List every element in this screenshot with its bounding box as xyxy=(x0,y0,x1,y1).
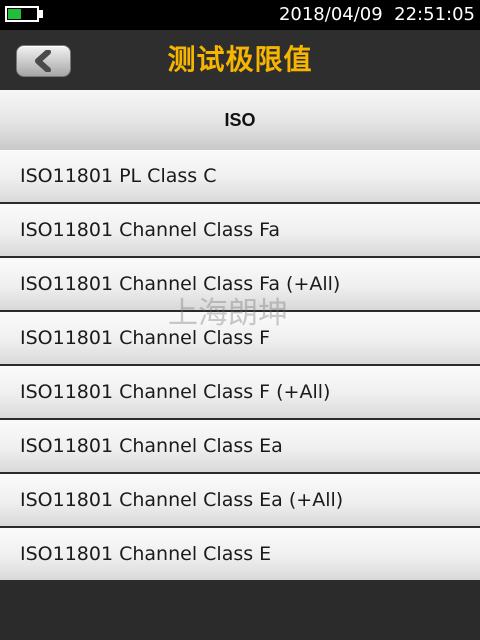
list-item[interactable]: ISO11801 Channel Class Fa xyxy=(0,204,480,256)
list-item[interactable]: ISO11801 Channel Class F xyxy=(0,312,480,364)
datetime: 2018/04/09 22:51:05 xyxy=(279,3,475,27)
list-item[interactable]: ISO11801 Channel Class Fa (+All) xyxy=(0,258,480,310)
status-date: 2018/04/09 xyxy=(278,4,383,25)
list-item[interactable]: ISO11801 PL Class C xyxy=(0,150,480,202)
category-header: ISO xyxy=(0,90,480,150)
status-time: 22:51:05 xyxy=(394,4,475,25)
status-bar: 2018/04/09 22:51:05 xyxy=(0,0,480,30)
battery-tip xyxy=(39,10,43,18)
list-item[interactable]: ISO11801 Channel Class Ea (+All) xyxy=(0,474,480,526)
category-label: ISO xyxy=(224,110,256,130)
header-bar: 测试极限值 xyxy=(0,30,480,90)
battery-level-fill xyxy=(8,9,21,19)
list-item[interactable]: ISO11801 Channel Class Ea xyxy=(0,420,480,472)
limit-list: ISO11801 PL Class C ISO11801 Channel Cla… xyxy=(0,150,480,582)
page-title: 测试极限值 xyxy=(167,43,313,76)
list-item[interactable]: ISO11801 Channel Class E xyxy=(0,528,480,580)
battery-icon xyxy=(5,6,39,22)
list-item[interactable]: ISO11801 Channel Class F (+All) xyxy=(0,366,480,418)
